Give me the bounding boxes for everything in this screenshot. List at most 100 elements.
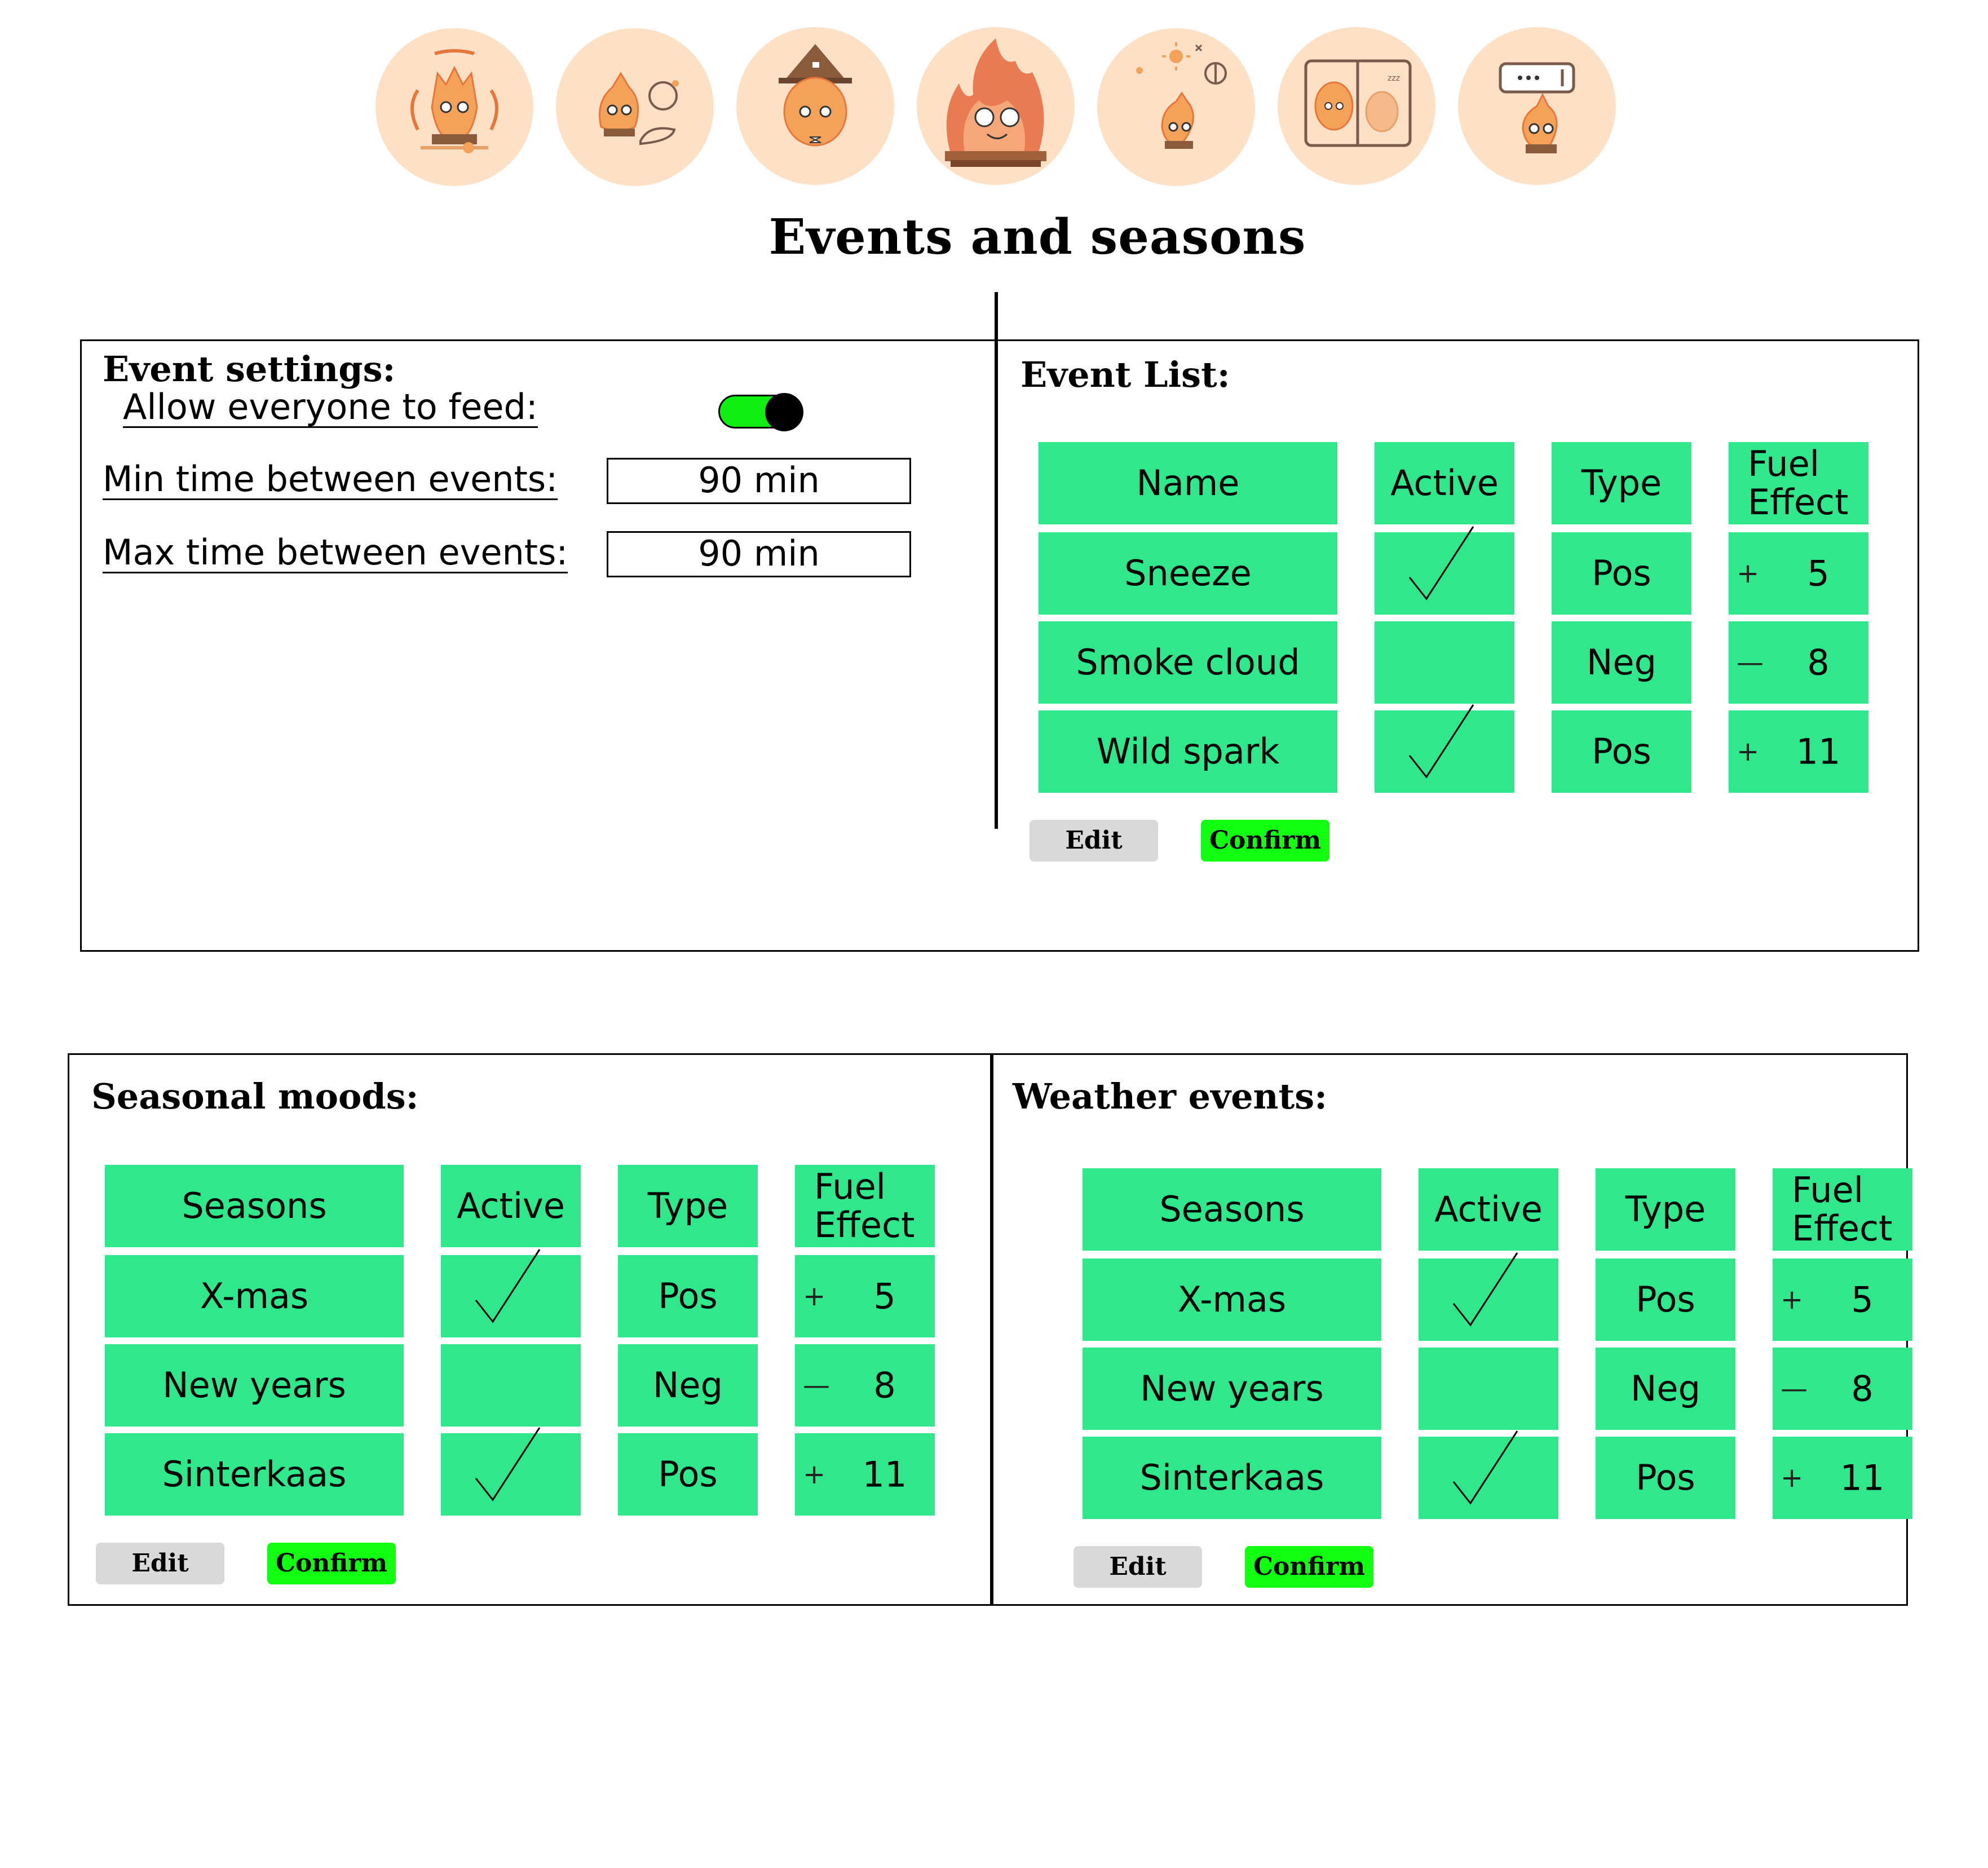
row-type: Neg: [1587, 641, 1656, 683]
nav-icon-sleep[interactable]: zzz: [1278, 27, 1435, 185]
allow-feed-toggle[interactable]: [718, 393, 803, 431]
active-checkbox[interactable]: [1375, 621, 1514, 704]
plus-icon: +: [803, 1280, 826, 1312]
allow-feed-label: Allow everyone to feed:: [123, 386, 538, 429]
nav-icon-fire[interactable]: [917, 27, 1075, 185]
plus-icon: +: [803, 1459, 826, 1490]
active-checkbox[interactable]: [1419, 1252, 1558, 1341]
row-name: Wild spark: [1096, 730, 1280, 772]
row-name: Sinterkaas: [162, 1453, 347, 1495]
row-name: Sneeze: [1124, 552, 1252, 594]
row-name: Smoke cloud: [1076, 641, 1300, 683]
row-name: X-mas: [200, 1275, 309, 1317]
column-header: Fuel Effect: [1773, 1168, 1912, 1251]
column-header: Type: [1552, 442, 1691, 524]
column-header-label: Seasons: [182, 1185, 327, 1226]
edit-button[interactable]: Edit: [1030, 820, 1158, 862]
nav-icon-food[interactable]: [556, 28, 714, 186]
column-header-label: Name: [1136, 462, 1240, 504]
minus-icon: —: [1737, 647, 1764, 678]
row-name: New years: [162, 1364, 346, 1406]
event-list-title: Event List:: [1020, 354, 1230, 395]
checkmark-icon: [475, 1427, 541, 1502]
column-header: Name: [1039, 442, 1337, 524]
seasonal-moods-title: Seasonal moods:: [91, 1076, 419, 1117]
nav-icon-weather[interactable]: [1097, 28, 1255, 186]
active-checkbox[interactable]: [441, 1344, 581, 1427]
fuel-value: 8: [1851, 1368, 1874, 1410]
checkmark-icon: [475, 1249, 541, 1323]
column-header: Active: [441, 1165, 581, 1247]
event-settings-title: Event settings:: [103, 348, 396, 390]
fuel-effect-cell: +11: [1773, 1437, 1912, 1519]
edit-button[interactable]: Edit: [1073, 1546, 1202, 1588]
checkmark-icon: [1452, 1252, 1518, 1327]
minus-icon: —: [1781, 1373, 1808, 1405]
row-name: X-mas: [1177, 1278, 1287, 1320]
row-type: Pos: [1592, 730, 1651, 772]
column-header-label: Active: [457, 1185, 565, 1226]
fuel-effect-cell: —8: [1773, 1348, 1912, 1430]
column-header: Seasons: [105, 1165, 404, 1247]
bottom-divider: [990, 1053, 993, 1606]
active-checkbox[interactable]: [441, 1427, 581, 1516]
nav-icon-aura[interactable]: [375, 28, 533, 186]
minus-icon: —: [803, 1370, 830, 1401]
min-time-input[interactable]: 90 min: [607, 458, 911, 504]
row-type-cell: Neg: [1552, 621, 1691, 704]
column-header-label: Seasons: [1159, 1188, 1305, 1230]
column-header: Fuel Effect: [1729, 442, 1868, 524]
fuel-effect-cell: +5: [795, 1255, 935, 1337]
fuel-effect-cell: +11: [1729, 710, 1868, 793]
svg-text:zzz: zzz: [1388, 74, 1400, 83]
column-header-label: Fuel Effect: [1748, 443, 1849, 523]
edit-button[interactable]: Edit: [96, 1543, 224, 1584]
nav-icon-witch[interactable]: [736, 27, 894, 185]
column-header-label: Type: [1581, 462, 1662, 504]
column-header: Seasons: [1083, 1168, 1381, 1251]
row-name-cell: New years: [1083, 1348, 1381, 1430]
confirm-button[interactable]: Confirm: [1245, 1546, 1373, 1588]
row-type-cell: Pos: [618, 1255, 758, 1337]
row-type: Neg: [1631, 1367, 1700, 1409]
row-type-cell: Pos: [1596, 1437, 1735, 1519]
calcifer-message-icon: [1499, 62, 1575, 153]
weather-events-title: Weather events:: [1013, 1076, 1328, 1117]
row-name-cell: Sinterkaas: [1083, 1437, 1381, 1519]
row-type: Pos: [1592, 552, 1651, 594]
active-checkbox[interactable]: [1419, 1348, 1558, 1430]
fuel-value: 8: [873, 1364, 896, 1406]
row-type: Neg: [653, 1364, 723, 1406]
fuel-value: 5: [873, 1275, 896, 1317]
row-type-cell: Pos: [618, 1433, 758, 1516]
nav-icon-message[interactable]: [1458, 27, 1616, 185]
fuel-effect-cell: +5: [1773, 1258, 1912, 1341]
min-time-label: Min time between events:: [103, 458, 558, 501]
plus-icon: +: [1737, 558, 1760, 589]
row-type-cell: Neg: [618, 1344, 758, 1427]
checkmark-icon: [1408, 526, 1474, 600]
confirm-button[interactable]: Confirm: [1201, 820, 1329, 862]
column-header-label: Active: [1434, 1188, 1543, 1230]
row-type-cell: Pos: [1552, 710, 1691, 793]
plus-icon: +: [1781, 1284, 1804, 1315]
row-type-cell: Neg: [1596, 1348, 1735, 1430]
confirm-button[interactable]: Confirm: [267, 1543, 396, 1584]
row-name: Sinterkaas: [1139, 1456, 1324, 1498]
plus-icon: +: [1737, 736, 1760, 767]
active-checkbox[interactable]: [1375, 704, 1514, 793]
column-header: Type: [618, 1165, 758, 1247]
calcifer-weather-icon: [1136, 42, 1227, 149]
fuel-value: 5: [1851, 1279, 1874, 1321]
active-checkbox[interactable]: [1419, 1430, 1558, 1519]
row-type: Pos: [1636, 1456, 1695, 1498]
row-name-cell: X-mas: [105, 1255, 404, 1337]
fuel-effect-cell: —8: [795, 1344, 935, 1427]
row-name-cell: Wild spark: [1039, 710, 1337, 793]
active-checkbox[interactable]: [1375, 526, 1514, 615]
column-header-label: Fuel Effect: [814, 1165, 915, 1246]
max-time-input[interactable]: 90 min: [607, 531, 911, 577]
row-name-cell: Smoke cloud: [1039, 621, 1337, 704]
active-checkbox[interactable]: [441, 1249, 581, 1337]
fuel-value: 11: [1796, 731, 1841, 772]
